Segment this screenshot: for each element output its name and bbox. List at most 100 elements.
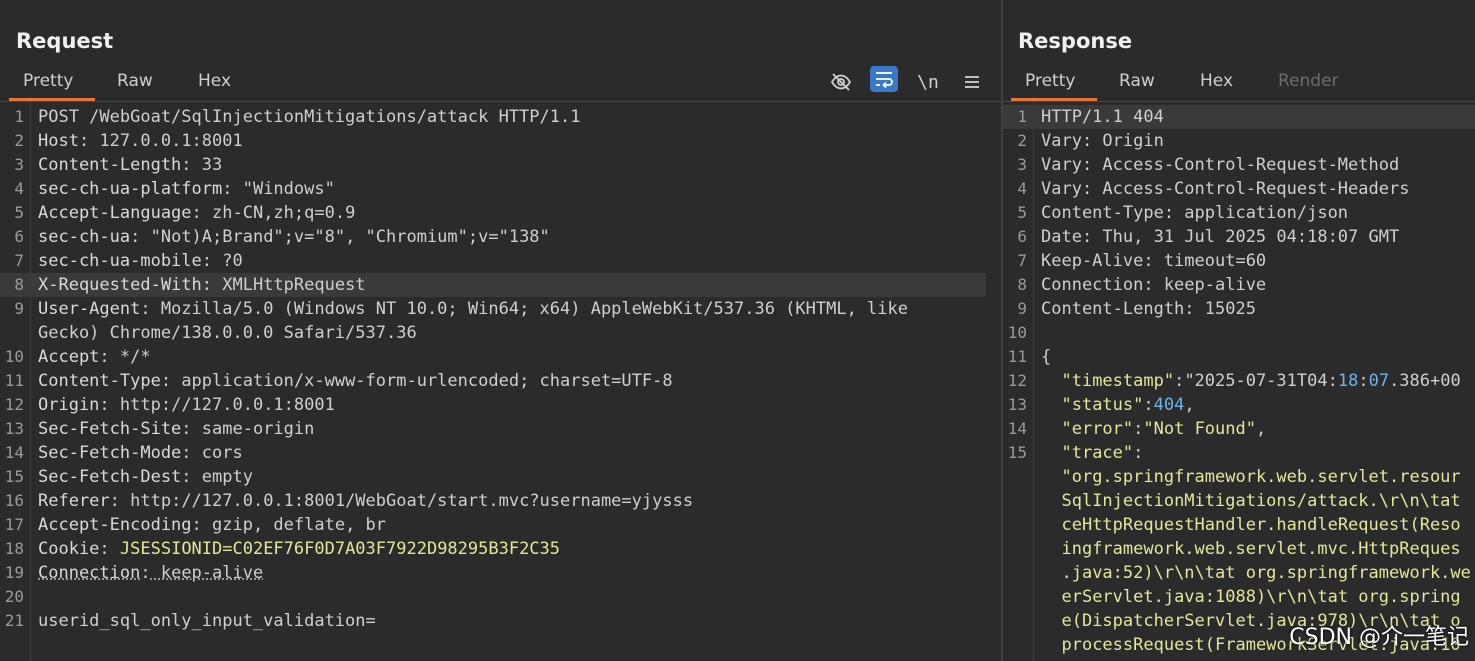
code-line[interactable]: 7 Keep-Alive: timeout=60 (1003, 249, 1475, 273)
code-line[interactable]: 1 HTTP/1.1 404 (1003, 105, 1475, 129)
header-value: "Not)A;Brand";v="8", "Chromium";v="138" (140, 227, 550, 247)
request-editor[interactable]: 1 POST /WebGoat/SqlInjectionMitigations/a… (0, 103, 1001, 661)
code-line[interactable]: 7 sec-ch-ua-mobile: ?0 (0, 249, 1001, 273)
code-line[interactable]: 2 Host: 127.0.0.1:8001 (0, 129, 1001, 153)
line-code: Cookie: JSESSIONID=C02EF76F0D7A03F7922D9… (38, 539, 561, 559)
code-line[interactable]: 5 Accept-Language: zh-CN,zh;q=0.9 (0, 201, 1001, 225)
code-line[interactable]: 19 Connection: keep-alive (0, 561, 1001, 585)
code-line[interactable]: 16 Referer: http://127.0.0.1:8001/WebGoat… (0, 489, 1001, 513)
line-number: 20 (4, 587, 24, 606)
code-line[interactable]: 3 Content-Length: 33 (0, 153, 1001, 177)
line-code: Content-Type: application/x-www-form-url… (38, 371, 673, 391)
code-line[interactable]: erServlet.java:1088)\r\n\tat org.spring (1003, 585, 1475, 609)
header-value: cors (191, 443, 243, 463)
line-code: Origin: http://127.0.0.1:8001 (38, 395, 335, 415)
code-line[interactable]: .java:52)\r\n\tat org.springframework.we (1003, 561, 1475, 585)
line-number: 10 (1007, 323, 1027, 342)
header-name: Accept-Encoding (38, 515, 192, 535)
code-line[interactable]: 11 { (1003, 345, 1475, 369)
header-value: keep-alive (150, 563, 264, 583)
request-tab-pretty[interactable]: Pretty (8, 71, 97, 101)
code-line[interactable]: 14 Sec-Fetch-Mode: cors (0, 441, 1001, 465)
code-line[interactable]: ingframework.web.servlet.mvc.HttpReques (1003, 537, 1475, 561)
code-line[interactable]: 17 Accept-Encoding: gzip, deflate, br (0, 513, 1001, 537)
code-line[interactable]: "org.springframework.web.servlet.resour (1003, 465, 1475, 489)
request-tab-raw[interactable]: Raw (117, 71, 153, 91)
code-line[interactable]: 4 Vary: Access-Control-Request-Headers (1003, 177, 1475, 201)
line-number: 5 (1017, 203, 1027, 222)
code-line[interactable]: 12 Origin: http://127.0.0.1:8001 (0, 393, 1001, 417)
header-value: http://127.0.0.1:8001 (109, 395, 335, 415)
line-code: SqlInjectionMitigations/attack.\r\n\tat (1061, 491, 1461, 511)
line-code: Vary: Origin (1041, 131, 1164, 151)
response-tab-render[interactable]: Render (1278, 71, 1339, 91)
response-tab-hex[interactable]: Hex (1200, 71, 1233, 91)
code-line[interactable]: 8 Connection: keep-alive (1003, 273, 1475, 297)
line-number: 3 (14, 155, 24, 174)
header-value: */* (109, 347, 151, 367)
hide-nonprinting-icon[interactable] (826, 68, 856, 96)
code-line[interactable]: ceHttpRequestHandler.handleRequest(Reso (1003, 513, 1475, 537)
line-number: 4 (14, 179, 24, 198)
line-number: 8 (1017, 275, 1027, 294)
header-name: sec-ch-ua (38, 227, 131, 247)
line-number: 5 (14, 203, 24, 222)
code-line[interactable]: 21 userid_sql_only_input_validation= (0, 609, 1001, 633)
code-line[interactable]: 14 "error":"Not Found", (1003, 417, 1475, 441)
line-code: { (1041, 347, 1052, 367)
code-line[interactable]: 8 X-Requested-With: XMLHttpRequest (0, 273, 986, 297)
line-number: 12 (4, 395, 24, 414)
response-tab-pretty[interactable]: Pretty (1010, 71, 1099, 101)
header-name: Content-Type (38, 371, 161, 391)
response-editor[interactable]: 1 HTTP/1.1 404 2 Vary: Origin 3 Vary: Access-… (1003, 103, 1475, 661)
code-line[interactable]: 12 "timestamp":"2025-07-31T04:18:07.386+… (1003, 369, 1475, 393)
code-line[interactable]: 18 Cookie: JSESSIONID=C02EF76F0D7A03F7922… (0, 537, 1001, 561)
code-line[interactable]: 3 Vary: Access-Control-Request-Method (1003, 153, 1475, 177)
code-line[interactable]: 15 "trace": (1003, 441, 1475, 465)
line-code: Content-Type: application/json (1041, 203, 1349, 223)
code-line[interactable]: 15 Sec-Fetch-Dest: empty (0, 465, 1001, 489)
code-line[interactable]: 13 "status":404, (1003, 393, 1475, 417)
line-code: Referer: http://127.0.0.1:8001/WebGoat/s… (38, 491, 694, 511)
code-line[interactable]: 10 (1003, 321, 1475, 345)
line-code: Content-Length: 33 (38, 155, 223, 175)
header-value: http://127.0.0.1:8001/WebGoat/start.mvc?… (119, 491, 694, 511)
line-number: 4 (1017, 179, 1027, 198)
header-name: Connection (38, 563, 141, 583)
line-code: Vary: Access-Control-Request-Headers (1041, 179, 1410, 199)
code-line[interactable]: 9 Content-Length: 15025 (1003, 297, 1475, 321)
wrap-lines-icon[interactable] (870, 66, 898, 92)
code-line[interactable]: 9 User-Agent: Mozilla/5.0 (Windows NT 10.… (0, 297, 1001, 321)
code-line[interactable]: 5 Content-Type: application/json (1003, 201, 1475, 225)
code-line[interactable]: 6 sec-ch-ua: "Not)A;Brand";v="8", "Chromi… (0, 225, 1001, 249)
code-line[interactable]: 6 Date: Thu, 31 Jul 2025 04:18:07 GMT (1003, 225, 1475, 249)
header-value: JSESSIONID=C02EF76F0D7A03F7922D98295B3F2… (109, 539, 561, 559)
line-code: "status":404, (1061, 395, 1195, 415)
line-number: 11 (1007, 347, 1027, 366)
header-value: XMLHttpRequest (212, 275, 366, 295)
header-name: X-Requested-With (38, 275, 202, 295)
line-code: Connection: keep-alive (1041, 275, 1267, 295)
line-code: Keep-Alive: timeout=60 (1041, 251, 1267, 271)
request-tab-hex[interactable]: Hex (198, 71, 231, 91)
header-value: empty (191, 467, 253, 487)
code-line[interactable]: 4 sec-ch-ua-platform: "Windows" (0, 177, 1001, 201)
line-number: 2 (1017, 131, 1027, 150)
code-line[interactable]: Gecko) Chrome/138.0.0.0 Safari/537.36 (0, 321, 1001, 345)
line-code: HTTP/1.1 404 (1041, 107, 1164, 127)
code-line[interactable]: 1 POST /WebGoat/SqlInjectionMitigations/a… (0, 105, 1001, 129)
line-code: "timestamp":"2025-07-31T04:18:07.386+00 (1061, 371, 1461, 391)
code-line[interactable]: 10 Accept: */* (0, 345, 1001, 369)
code-line[interactable]: 2 Vary: Origin (1003, 129, 1475, 153)
line-number: 13 (4, 419, 24, 438)
code-line[interactable]: 20 (0, 585, 1001, 609)
code-line[interactable]: SqlInjectionMitigations/attack.\r\n\tat (1003, 489, 1475, 513)
menu-icon[interactable] (957, 68, 987, 96)
line-code: POST /WebGoat/SqlInjectionMitigations/at… (38, 107, 581, 127)
code-line[interactable]: 13 Sec-Fetch-Site: same-origin (0, 417, 1001, 441)
code-line[interactable]: 11 Content-Type: application/x-www-form-u… (0, 369, 1001, 393)
header-value: "Windows" (232, 179, 335, 199)
newline-toggle-button[interactable]: \n (913, 68, 943, 96)
response-tab-raw[interactable]: Raw (1119, 71, 1155, 91)
header-value: 33 (191, 155, 223, 175)
